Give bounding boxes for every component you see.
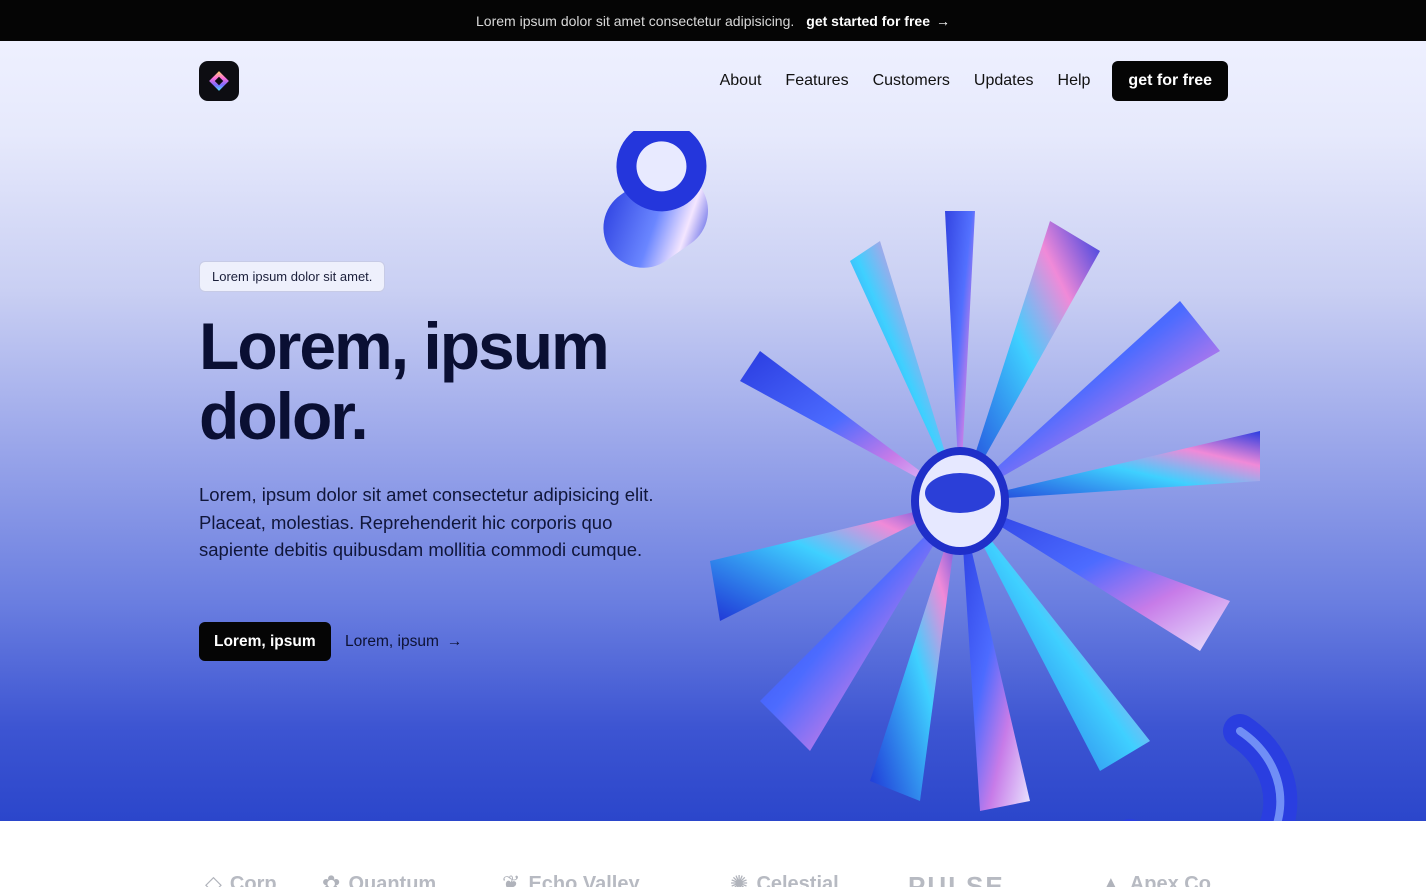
nav-help[interactable]: Help [1058, 72, 1091, 90]
announcement-cta-label: get started for free [806, 12, 930, 29]
corp-logo-icon: ◇ [205, 871, 222, 887]
logo-corp: ◇ Corp [205, 871, 277, 887]
announcement-bar: Lorem ipsum dolor sit amet consectetur a… [0, 0, 1426, 41]
logo-pulse: PULSE [908, 871, 1005, 887]
logo-quantum-label: Quantum [348, 872, 437, 887]
arrow-right-icon: → [935, 12, 950, 29]
leaf-logo-icon: ❦ [502, 871, 521, 887]
quantum-logo-icon: ✿ [322, 871, 341, 887]
customer-logos-strip: ◇ Corp ✿ Quantum ❦ Echo Valley ✺ Celesti… [0, 821, 1426, 887]
hero-section: About Features Customers Updates Help ge… [0, 41, 1426, 821]
sparkle-logo-icon: ✺ [730, 871, 749, 887]
logo-pulse-label: PULSE [908, 871, 1005, 887]
hero-3d-illustration [603, 131, 1298, 821]
headline-line-2: dolor. [199, 379, 369, 453]
tube-shape [603, 131, 709, 268]
logo-apex: ▲ Apex Co [1100, 871, 1211, 887]
secondary-cta-label: Lorem, ipsum [345, 632, 439, 650]
brand-logo[interactable] [199, 61, 239, 101]
logo-apex-label: Apex Co [1129, 872, 1211, 887]
logo-echo-valley-label: Echo Valley [528, 872, 640, 887]
hero-badge: Lorem ipsum dolor sit amet. [199, 261, 386, 292]
announcement-text: Lorem ipsum dolor sit amet consectetur a… [476, 12, 795, 29]
nav-updates[interactable]: Updates [974, 72, 1034, 90]
secondary-cta-link[interactable]: Lorem, ipsum → [345, 622, 462, 661]
apex-logo-icon: ▲ [1100, 871, 1122, 887]
announcement-cta-link[interactable]: get started for free → [806, 13, 950, 29]
logo-echo-valley: ❦ Echo Valley [502, 871, 640, 887]
main-nav: About Features Customers Updates Help ge… [720, 61, 1228, 101]
diamond-logo-icon [209, 71, 229, 91]
arrow-right-icon: → [446, 632, 463, 650]
logo-celestial-label: Celestial [756, 872, 839, 887]
get-for-free-button[interactable]: get for free [1112, 61, 1228, 101]
nav-features[interactable]: Features [785, 72, 848, 90]
logo-quantum: ✿ Quantum [322, 871, 436, 887]
primary-cta-button[interactable]: Lorem, ipsum [199, 622, 331, 661]
logo-celestial: ✺ Celestial [730, 871, 839, 887]
nav-customers[interactable]: Customers [873, 72, 950, 90]
nav-about[interactable]: About [720, 72, 762, 90]
starburst-shape [710, 211, 1260, 811]
logo-corp-label: Corp [229, 872, 277, 887]
